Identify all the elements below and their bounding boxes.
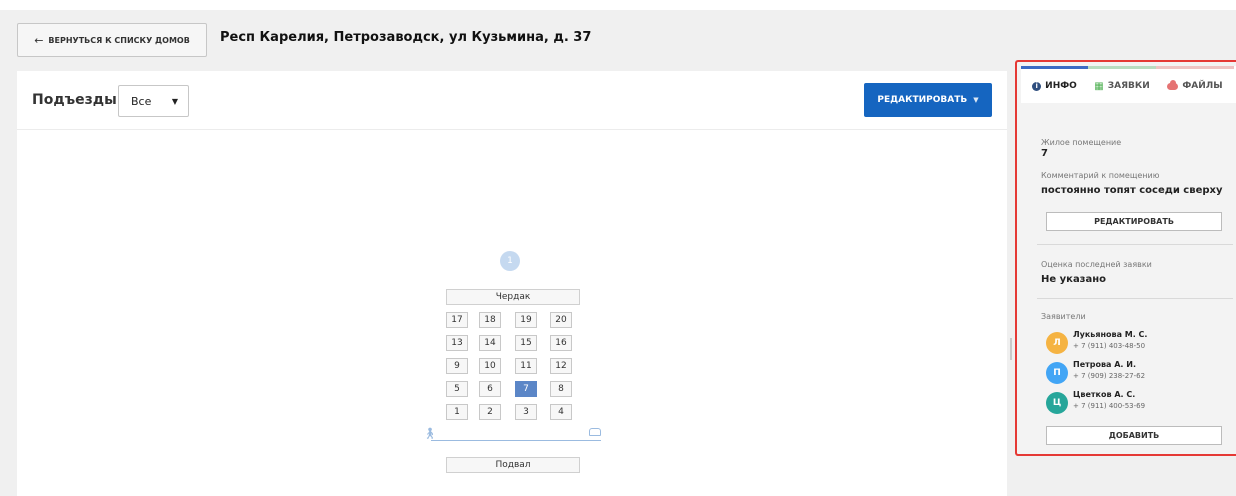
top-strip <box>0 0 1236 10</box>
info-icon: i <box>1032 81 1042 91</box>
avatar: Ц <box>1046 392 1068 414</box>
apartment-cell[interactable]: 14 <box>479 335 501 351</box>
page-title: Респ Карелия, Петрозаводск, ул Кузьмина,… <box>220 30 592 45</box>
apartment-cell[interactable]: 20 <box>550 312 572 328</box>
edit-house-label: РЕДАКТИРОВАТЬ <box>877 95 968 105</box>
apartment-cell[interactable]: 15 <box>515 335 537 351</box>
avatar: П <box>1046 362 1068 384</box>
comment-label: Комментарий к помещению <box>1041 171 1160 180</box>
tab-requests[interactable]: ▦ ЗАЯВКИ <box>1088 66 1156 103</box>
applicant-phone: + 7 (911) 400-53-69 <box>1073 402 1146 410</box>
house-scheme-panel: Подъезды: Все ▼ РЕДАКТИРОВАТЬ ▼ 1 Чердак… <box>17 71 1007 496</box>
tab-requests-label: ЗАЯВКИ <box>1107 81 1150 91</box>
requests-icon: ▦ <box>1094 80 1104 92</box>
tab-files-label: ФАЙЛЫ <box>1182 81 1223 91</box>
apartment-cell[interactable]: 4 <box>550 404 572 420</box>
apartment-cell[interactable]: 7 <box>515 381 537 397</box>
ground-line <box>431 440 601 441</box>
applicant-phone: + 7 (911) 403-48-50 <box>1073 342 1146 350</box>
applicant-phone: + 7 (909) 238-27-62 <box>1073 372 1146 380</box>
comment-text: постоянно топят соседи сверху <box>1041 185 1223 196</box>
apartment-cell[interactable]: 12 <box>550 358 572 374</box>
applicant-item[interactable]: П Петрова А. И. + 7 (909) 238-27-62 <box>1046 360 1236 390</box>
applicants-label: Заявители <box>1041 312 1086 321</box>
apartment-cell[interactable]: 19 <box>515 312 537 328</box>
add-applicant-button[interactable]: ДОБАВИТЬ <box>1046 426 1222 445</box>
rating-value: Не указано <box>1041 274 1107 285</box>
apartment-cell[interactable]: 13 <box>446 335 468 351</box>
applicant-name: Лукьянова М. С. <box>1073 330 1148 339</box>
room-type-label: Жилое помещение <box>1041 138 1122 147</box>
caret-down-icon: ▼ <box>973 96 979 104</box>
apartment-cell[interactable]: 1 <box>446 404 468 420</box>
cloud-icon <box>1167 79 1179 90</box>
attic-cell[interactable]: Чердак <box>446 289 580 305</box>
room-number: 7 <box>1041 148 1048 159</box>
entrance-number-badge[interactable]: 1 <box>500 251 520 271</box>
back-to-houses-button[interactable]: ← ВЕРНУТЬСЯ К СПИСКУ ДОМОВ <box>17 23 207 57</box>
divider <box>1037 298 1233 299</box>
back-button-label: ВЕРНУТЬСЯ К СПИСКУ ДОМОВ <box>48 35 190 45</box>
apartment-cell[interactable]: 16 <box>550 335 572 351</box>
entrances-label: Подъезды: <box>32 92 123 108</box>
apartment-cell[interactable]: 10 <box>479 358 501 374</box>
arrow-left-icon: ← <box>34 33 44 47</box>
applicant-item[interactable]: Л Лукьянова М. С. + 7 (911) 403-48-50 <box>1046 330 1236 360</box>
apartment-cell[interactable]: 5 <box>446 381 468 397</box>
basement-cell[interactable]: Подвал <box>446 457 580 473</box>
tab-files[interactable]: ФАЙЛЫ <box>1156 66 1234 103</box>
edit-house-button[interactable]: РЕДАКТИРОВАТЬ ▼ <box>864 83 992 117</box>
caret-down-icon: ▼ <box>171 96 178 106</box>
tab-info-label: ИНФО <box>1045 81 1077 91</box>
rating-label: Оценка последней заявки <box>1041 260 1152 269</box>
car-icon <box>589 428 601 436</box>
applicant-name: Петрова А. И. <box>1073 360 1136 369</box>
apartment-cell[interactable]: 18 <box>479 312 501 328</box>
divider <box>1037 244 1233 245</box>
edit-apartment-button[interactable]: РЕДАКТИРОВАТЬ <box>1046 212 1222 231</box>
scheme-toolbar: Подъезды: Все ▼ РЕДАКТИРОВАТЬ ▼ <box>17 71 1007 130</box>
pedestrian-icon: 🚶︎ <box>423 427 437 440</box>
apartment-info-panel: i ИНФО ▦ ЗАЯВКИ ФАЙЛЫ Жилое помещение 7 … <box>1015 60 1236 456</box>
apartment-cell[interactable]: 8 <box>550 381 572 397</box>
entrance-select-value: Все <box>131 94 152 108</box>
apartment-cell[interactable]: 11 <box>515 358 537 374</box>
apartment-cell[interactable]: 17 <box>446 312 468 328</box>
entrance-select[interactable]: Все ▼ <box>118 85 189 117</box>
apartment-cell[interactable]: 6 <box>479 381 501 397</box>
applicant-item[interactable]: Ц Цветков А. С. + 7 (911) 400-53-69 <box>1046 390 1236 420</box>
tab-info[interactable]: i ИНФО <box>1021 66 1088 103</box>
applicant-name: Цветков А. С. <box>1073 390 1136 399</box>
apartment-cell[interactable]: 2 <box>479 404 501 420</box>
apartment-cell[interactable]: 9 <box>446 358 468 374</box>
apartment-cell[interactable]: 3 <box>515 404 537 420</box>
avatar: Л <box>1046 332 1068 354</box>
panel-tabs: i ИНФО ▦ ЗАЯВКИ ФАЙЛЫ <box>1021 66 1236 103</box>
panel-resize-handle[interactable] <box>1010 338 1012 360</box>
